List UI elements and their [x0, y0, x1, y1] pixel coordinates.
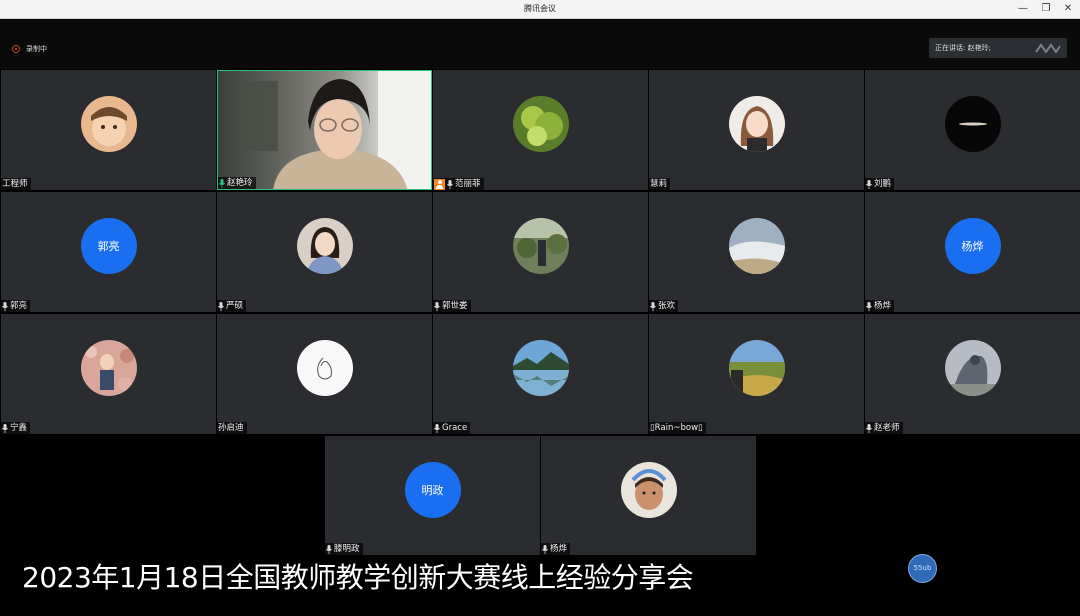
avatar-initials: 郭亮 [80, 218, 137, 274]
name-label: 张欢 [649, 300, 679, 312]
participant-name: 严硕 [226, 301, 244, 311]
mic-icon [2, 301, 8, 311]
mic-icon [447, 179, 453, 189]
name-label: 范丽菲 [433, 178, 484, 190]
name-label: 工程师 [1, 178, 31, 190]
minimize-button[interactable]: — [1013, 1, 1033, 17]
mic-icon [326, 544, 332, 554]
participant-name: 工程师 [2, 179, 28, 189]
avatar-initials: 明政 [404, 462, 461, 518]
mic-icon [218, 301, 224, 311]
avatar-initials: 杨烨 [944, 218, 1001, 274]
participant-tile-active-video[interactable]: 赵艳玲 [217, 70, 432, 190]
top-toolbar: 录制中 [0, 19, 1080, 69]
participant-tile[interactable]: 郭世娄 [433, 192, 648, 312]
avatar [512, 96, 569, 152]
avatar [728, 96, 785, 152]
avatar [620, 462, 677, 518]
host-icon [434, 178, 445, 190]
participant-name: 刘鹏 [874, 179, 892, 189]
mic-icon [2, 423, 8, 433]
mic-icon [866, 179, 872, 189]
speaker-video [238, 71, 431, 189]
avatar [728, 340, 785, 396]
audio-wave-icon [1035, 43, 1061, 53]
participant-name: 郭世娄 [442, 301, 468, 311]
name-label: 赵老师 [865, 422, 903, 434]
participant-name: 孙启迪 [218, 423, 244, 433]
participant-name: 赵艳玲 [227, 178, 253, 188]
avatar [80, 340, 137, 396]
name-label: 孙启迪 [217, 422, 247, 434]
participant-name: 范丽菲 [455, 179, 481, 189]
participant-name: 宁鑫 [10, 423, 28, 433]
participant-tile[interactable]: 范丽菲 [433, 70, 648, 190]
participant-name: 杨烨 [874, 301, 892, 311]
name-label: 宁鑫 [1, 422, 31, 434]
participant-tile[interactable]: ▯Rain~bow▯ [649, 314, 864, 434]
participant-name: 滕明政 [334, 544, 360, 554]
participant-tile[interactable]: 张欢 [649, 192, 864, 312]
avatar [944, 340, 1001, 396]
mic-icon [434, 423, 440, 433]
participant-name: 赵老师 [874, 423, 900, 433]
participant-tile[interactable]: 明政 滕明政 [325, 436, 540, 555]
participant-tile[interactable]: 工程师 [1, 70, 216, 190]
participant-name: ▯Rain~bow▯ [650, 423, 703, 433]
mic-icon [434, 301, 440, 311]
name-label: Grace [433, 422, 471, 434]
participant-tile[interactable]: Grace [433, 314, 648, 434]
name-label: 杨烨 [865, 300, 895, 312]
participant-tile[interactable]: 严硕 [217, 192, 432, 312]
participant-tile[interactable]: 杨烨 杨烨 [865, 192, 1080, 312]
name-label: 杨烨 [541, 543, 571, 555]
participant-name: Grace [442, 423, 468, 433]
record-icon [12, 45, 20, 53]
avatar [728, 218, 785, 274]
mic-icon [866, 423, 872, 433]
restore-button[interactable]: ❐ [1036, 1, 1056, 17]
participant-tile[interactable]: 孙启迪 [217, 314, 432, 434]
title-bar: 腾讯会议 — ❐ ✕ [0, 0, 1080, 19]
recording-indicator[interactable]: 录制中 [12, 43, 47, 55]
meeting-window: 腾讯会议 — ❐ ✕ 录制中 正在讲话: 赵艳玲; 工程师 赵艳玲 范丽菲 慧莉… [0, 0, 1080, 616]
name-label: 慧莉 [649, 178, 671, 190]
name-label: 刘鹏 [865, 178, 895, 190]
mic-icon [650, 301, 656, 311]
participant-tile[interactable]: 刘鹏 [865, 70, 1080, 190]
speaking-label: 正在讲话: 赵艳玲; [935, 44, 991, 52]
participant-tile[interactable]: 郭亮 郭亮 [1, 192, 216, 312]
window-title: 腾讯会议 [524, 4, 556, 13]
avatar [296, 218, 353, 274]
name-label: 郭亮 [1, 300, 31, 312]
avatar [296, 340, 353, 396]
recording-label: 录制中 [26, 45, 47, 53]
avatar [80, 96, 137, 152]
avatar [944, 96, 1001, 152]
event-caption: 2023年1月18日全国教师教学创新大赛线上经验分享会 [22, 561, 694, 594]
close-button[interactable]: ✕ [1058, 1, 1078, 17]
participant-tile[interactable]: 慧莉 [649, 70, 864, 190]
participant-name: 张欢 [658, 301, 676, 311]
mic-active-icon [219, 178, 225, 188]
speaking-indicator: 正在讲话: 赵艳玲; [929, 38, 1067, 58]
name-label: 滕明政 [325, 543, 363, 555]
name-label: 郭世娄 [433, 300, 471, 312]
participant-name: 慧莉 [650, 179, 668, 189]
avatar [512, 340, 569, 396]
participant-name: 杨烨 [550, 544, 568, 554]
mic-icon [542, 544, 548, 554]
name-label: 严硕 [217, 300, 247, 312]
name-label: 赵艳玲 [218, 177, 256, 189]
floating-widget-button[interactable]: 55ub [908, 554, 937, 583]
participant-tile[interactable]: 宁鑫 [1, 314, 216, 434]
participant-tile[interactable]: 赵老师 [865, 314, 1080, 434]
name-label: ▯Rain~bow▯ [649, 422, 706, 434]
avatar [512, 218, 569, 274]
participant-tile[interactable]: 杨烨 [541, 436, 756, 555]
mic-icon [866, 301, 872, 311]
participant-name: 郭亮 [10, 301, 28, 311]
